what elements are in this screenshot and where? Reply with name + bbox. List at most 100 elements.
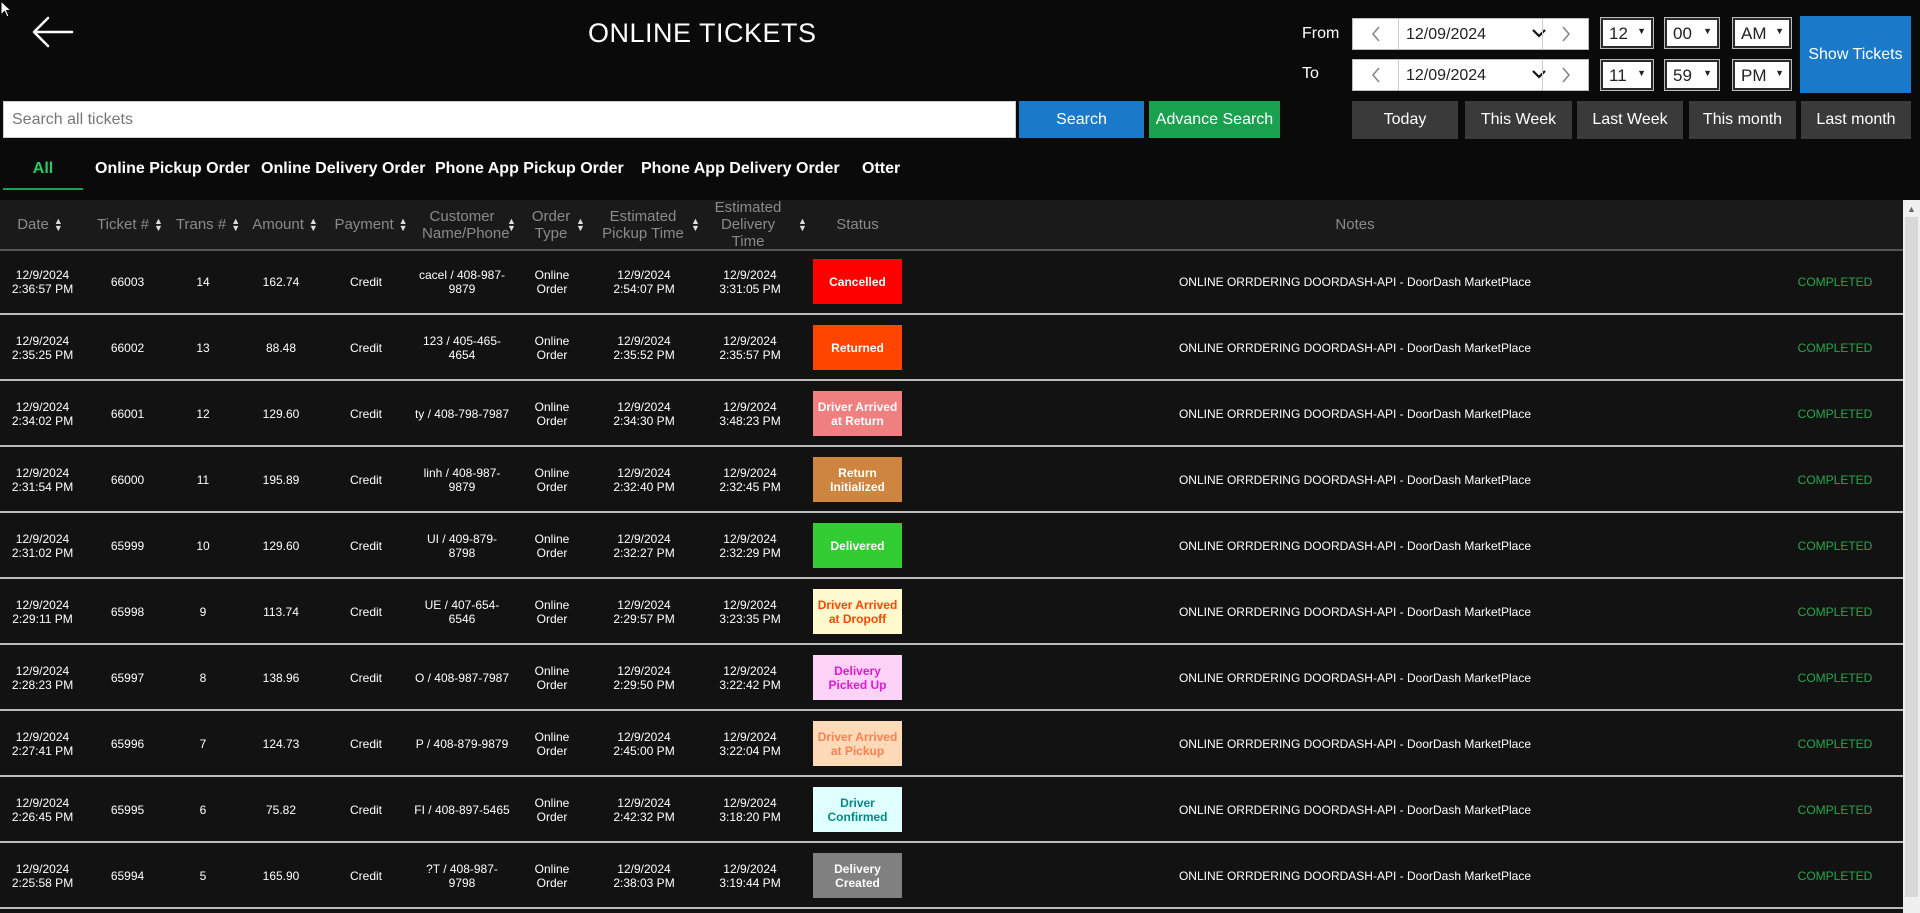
status-badge: Driver Arrived at Dropoff — [813, 589, 902, 634]
arrow-left-icon[interactable] — [28, 14, 76, 50]
table-row[interactable]: 12/9/2024 2:26:45 PM 65995 6 75.82 Credit FI … — [0, 779, 1903, 843]
row-notes: ONLINE ORRDERING DOORDASH-API - DoorDash… — [1178, 869, 1532, 883]
chevron-right-icon[interactable] — [1542, 60, 1588, 90]
row-pickup-time: 12/9/2024 2:34:30 PM — [613, 400, 675, 428]
sort-icon: ▲ ▼ — [308, 215, 318, 233]
table-row[interactable]: 12/9/2024 2:31:54 PM 66000 11 195.89 Credit l… — [0, 449, 1903, 513]
row-date: 12/9/2024 2:29:11 PM — [12, 598, 73, 626]
from-date-picker[interactable]: 12/09/2024 — [1352, 18, 1589, 50]
status-badge: Driver Confirmed — [813, 787, 902, 832]
scrollbar-thumb[interactable] — [1905, 217, 1918, 897]
table-row[interactable]: 12/9/2024 2:34:02 PM 66001 12 129.60 Credit t… — [0, 383, 1903, 447]
row-pickup-time: 12/9/2024 2:29:50 PM — [613, 664, 675, 692]
row-payment: Credit — [349, 671, 382, 685]
tab-otter[interactable]: Otter — [862, 150, 900, 178]
status-badge: Cancelled — [813, 259, 902, 304]
col-order-type[interactable]: Order Type ▲ ▼ — [528, 200, 588, 249]
row-customer: P / 408-879-9879 — [415, 737, 509, 751]
row-pickup-time: 12/9/2024 2:32:40 PM — [613, 466, 675, 494]
row-pickup-time: 12/9/2024 2:45:00 PM — [613, 730, 675, 758]
row-payment: Credit — [349, 275, 382, 289]
col-date[interactable]: Date ▲ ▼ — [0, 200, 80, 249]
this-month-button[interactable]: This month — [1689, 101, 1796, 139]
caret-down-icon: ▼ — [1637, 26, 1646, 36]
row-date: 12/9/2024 2:31:54 PM — [11, 466, 74, 494]
table-row[interactable]: 12/9/2024 2:29:11 PM 65998 9 113.74 Credit UE… — [0, 581, 1903, 645]
tab-online-delivery-order[interactable]: Online Delivery Order — [261, 150, 426, 178]
row-order-type: Online Order — [534, 334, 570, 362]
row-ticket: 66000 — [110, 473, 145, 487]
to-hour-select[interactable]: 11 ▼ — [1600, 59, 1654, 91]
chevron-right-icon[interactable] — [1542, 19, 1588, 49]
chevron-left-icon[interactable] — [1353, 19, 1399, 49]
last-month-button[interactable]: Last month — [1801, 101, 1911, 139]
to-ampm-select[interactable]: PM ▼ — [1732, 59, 1792, 91]
show-tickets-button[interactable]: Show Tickets — [1800, 16, 1911, 93]
row-ticket: 65997 — [110, 671, 145, 685]
row-payment: Credit — [349, 803, 382, 817]
row-ticket: 65995 — [110, 803, 145, 817]
this-week-button[interactable]: This Week — [1465, 101, 1572, 139]
sort-icon: ▲ ▼ — [798, 215, 807, 233]
col-trans[interactable]: Trans # ▲ ▼ — [172, 200, 244, 249]
row-trans: 6 — [199, 803, 207, 817]
col-amount[interactable]: Amount ▲ ▼ — [246, 200, 324, 249]
row-delivery-time: 12/9/2024 2:35:57 PM — [719, 334, 781, 362]
last-week-button[interactable]: Last Week — [1577, 101, 1683, 139]
row-date: 12/9/2024 2:25:58 PM — [11, 862, 74, 890]
row-payment: Credit — [349, 341, 382, 355]
row-customer: linh / 408-987-9879 — [423, 466, 501, 494]
row-trans: 5 — [199, 869, 207, 883]
from-ampm-select[interactable]: AM ▼ — [1732, 17, 1792, 49]
chevron-left-icon[interactable] — [1353, 60, 1399, 90]
status-badge: Delivery Created — [813, 853, 902, 898]
from-hour-select[interactable]: 12 ▼ — [1600, 17, 1654, 49]
sort-icon: ▲ ▼ — [231, 215, 241, 233]
tab-online-pickup-order[interactable]: Online Pickup Order — [95, 150, 250, 178]
caret-down-icon: ▼ — [1703, 26, 1712, 36]
to-minute-select[interactable]: 59 ▼ — [1664, 59, 1720, 91]
from-label: From — [1302, 25, 1340, 42]
row-customer: O / 408-987-7987 — [414, 671, 510, 685]
vertical-scrollbar[interactable]: ▲ — [1903, 200, 1920, 913]
row-completion-status: COMPLETED — [1797, 605, 1873, 619]
table-header: Date ▲ ▼ Ticket # ▲ ▼ Trans # ▲ ▼ Amount ▲ ▼ Pay… — [0, 200, 1903, 251]
table-row[interactable]: 12/9/2024 2:25:58 PM 65994 5 165.90 Credit ?T… — [0, 845, 1903, 909]
table-row[interactable]: 12/9/2024 2:36:57 PM 66003 14 162.74 Credit c… — [0, 251, 1903, 315]
row-date: 12/9/2024 2:27:41 PM — [11, 730, 74, 758]
to-date-picker[interactable]: 12/09/2024 — [1352, 59, 1589, 91]
col-delivery-time[interactable]: Estimated Delivery Time ▲ ▼ — [702, 200, 808, 250]
row-notes: ONLINE ORRDERING DOORDASH-API - DoorDash… — [1178, 539, 1532, 553]
search-input[interactable] — [3, 101, 1016, 138]
search-button[interactable]: Search — [1019, 101, 1144, 138]
scroll-up-arrow-icon[interactable]: ▲ — [1903, 200, 1920, 217]
tab-all[interactable]: All — [3, 150, 83, 178]
status-badge: Driver Arrived at Pickup — [813, 721, 902, 766]
col-payment[interactable]: Payment ▲ ▼ — [328, 200, 414, 249]
tab-phone-app-delivery-order[interactable]: Phone App Delivery Order — [641, 150, 840, 178]
page-title: ONLINE TICKETS — [588, 18, 817, 48]
today-button[interactable]: Today — [1352, 101, 1458, 139]
row-ticket: 66001 — [110, 407, 145, 421]
row-customer: UE / 407-654-6546 — [424, 598, 500, 626]
from-date-value: 12/09/2024 — [1406, 26, 1487, 43]
advance-search-button[interactable]: Advance Search — [1149, 101, 1280, 138]
row-trans: 8 — [199, 671, 207, 685]
table-row[interactable]: 12/9/2024 2:31:02 PM 65999 10 129.60 Credit U… — [0, 515, 1903, 579]
row-delivery-time: 12/9/2024 3:22:04 PM — [719, 730, 781, 758]
col-pickup-time[interactable]: Estimated Pickup Time ▲ ▼ — [598, 200, 702, 249]
row-notes: ONLINE ORRDERING DOORDASH-API - DoorDash… — [1178, 275, 1532, 289]
row-pickup-time: 12/9/2024 2:42:32 PM — [613, 796, 675, 824]
row-customer: UI / 409-879-8798 — [426, 532, 498, 560]
table-row[interactable]: 12/9/2024 2:28:23 PM 65997 8 138.96 Credit O … — [0, 647, 1903, 711]
row-delivery-time: 12/9/2024 2:32:29 PM — [719, 532, 781, 560]
from-minute-select[interactable]: 00 ▼ — [1664, 17, 1720, 49]
tab-phone-app-pickup-order[interactable]: Phone App Pickup Order — [435, 150, 624, 178]
row-order-type: Online Order — [534, 796, 570, 824]
table-row[interactable]: 12/9/2024 2:27:41 PM 65996 7 124.73 Credit P … — [0, 713, 1903, 777]
row-completion-status: COMPLETED — [1797, 407, 1873, 421]
row-delivery-time: 12/9/2024 3:22:42 PM — [719, 664, 781, 692]
table-row[interactable]: 12/9/2024 2:35:25 PM 66002 13 88.48 Credit 12… — [0, 317, 1903, 381]
col-ticket[interactable]: Ticket # ▲ ▼ — [90, 200, 170, 249]
col-customer[interactable]: Customer Name/Phone ▲ ▼ — [414, 200, 524, 249]
